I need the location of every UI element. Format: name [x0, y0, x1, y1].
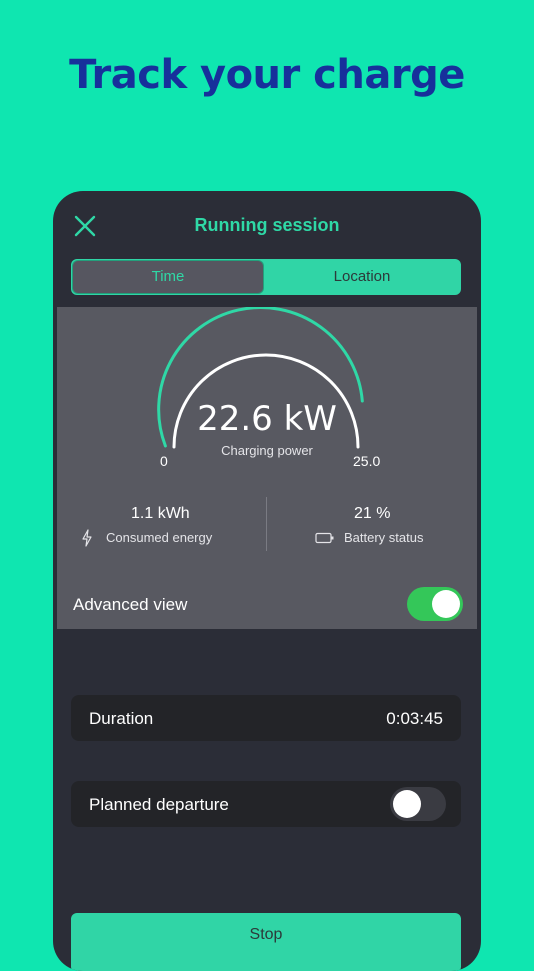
lightning-icon — [82, 529, 92, 547]
gauge-max-label: 25.0 — [353, 453, 381, 469]
segmented-control: Time Location — [71, 259, 461, 295]
planned-departure-label: Planned departure — [89, 795, 229, 814]
consumed-energy-label: Consumed energy — [106, 530, 213, 545]
consumed-energy-value: 1.1 kWh — [131, 505, 190, 522]
advanced-view-label: Advanced view — [73, 595, 188, 614]
duration-row: Duration 0:03:45 — [71, 695, 461, 741]
battery-status-label: Battery status — [344, 530, 424, 545]
planned-departure-row: Planned departure — [71, 781, 461, 827]
stats-divider — [266, 497, 267, 551]
gauge-min-label: 0 — [160, 453, 168, 469]
charging-panel: 22.6 kW Charging power 0 25.0 1.1 kWh Co… — [57, 307, 477, 629]
charging-power-value: 22.6 kW — [197, 399, 337, 439]
tab-location[interactable]: Location — [265, 261, 459, 293]
screen-title: Running session — [194, 215, 340, 235]
battery-icon — [315, 532, 334, 544]
phone-screen: Running session Time Location 22.6 kW Ch… — [53, 191, 481, 971]
advanced-view-toggle[interactable] — [407, 587, 463, 621]
battery-status-value: 21 % — [354, 505, 391, 522]
headline: Track your charge — [69, 52, 465, 98]
toggle-knob — [432, 590, 460, 618]
duration-label: Duration — [89, 709, 154, 728]
tab-time[interactable]: Time — [73, 261, 263, 293]
duration-value: 0:03:45 — [386, 709, 443, 728]
stop-button[interactable]: Stop — [71, 913, 461, 971]
planned-departure-toggle[interactable] — [390, 787, 446, 821]
charging-power-label: Charging power — [221, 443, 313, 458]
toggle-knob — [393, 790, 421, 818]
